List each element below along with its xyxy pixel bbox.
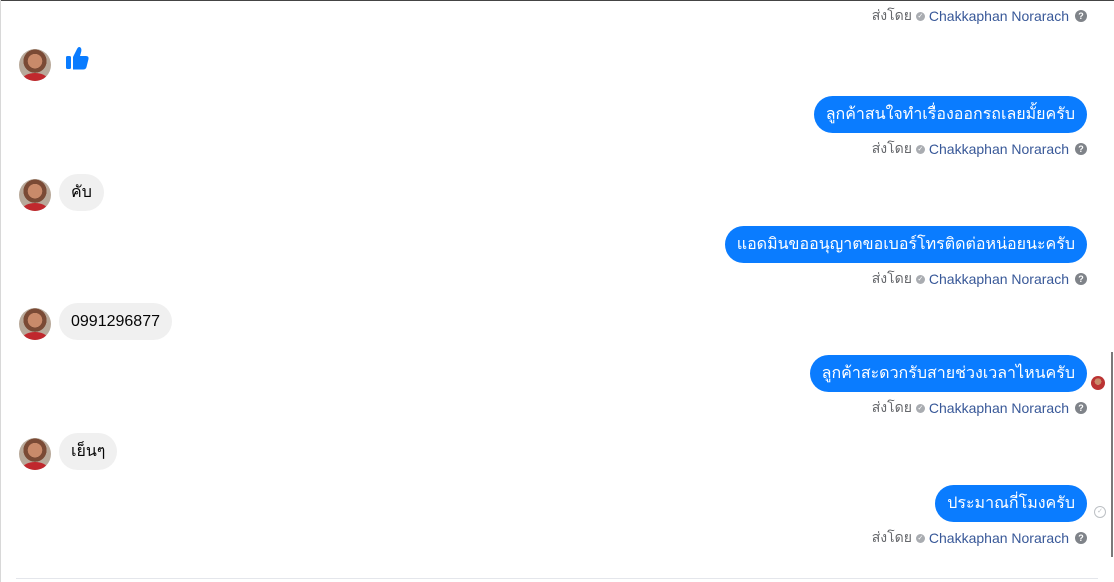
thumbs-up-icon[interactable] xyxy=(65,45,89,71)
sender-name-link[interactable]: Chakkaphan Norarach xyxy=(929,141,1069,157)
composer-top-edge xyxy=(16,578,1098,579)
sender-name-link[interactable]: Chakkaphan Norarach xyxy=(929,8,1069,24)
left-border xyxy=(0,0,1,582)
incoming-message-bubble[interactable]: เย็นๆ xyxy=(59,433,118,470)
sent-by-line: ส่งโดย ✓ Chakkaphan Norarach ? xyxy=(872,270,1087,288)
help-icon[interactable]: ? xyxy=(1075,532,1087,544)
sent-by-line: ส่งโดย ✓ Chakkaphan Norarach ? xyxy=(872,399,1087,417)
outgoing-message-bubble[interactable]: แอดมินขออนุญาตขอเบอร์โทรติดต่อหน่อยนะครั… xyxy=(724,226,1087,263)
customer-avatar[interactable] xyxy=(19,179,51,211)
incoming-message-bubble[interactable]: 0991296877 xyxy=(59,303,172,340)
sent-by-prefix: ส่งโดย xyxy=(871,270,912,286)
outgoing-message-bubble[interactable]: ประมาณกี่โมงครับ xyxy=(935,485,1087,522)
help-icon[interactable]: ? xyxy=(1075,402,1087,414)
sender-name-link[interactable]: Chakkaphan Norarach xyxy=(929,271,1069,287)
sent-by-prefix: ส่งโดย xyxy=(871,399,912,415)
sent-by-prefix: ส่งโดย xyxy=(871,7,912,23)
seen-avatar-icon xyxy=(1091,376,1105,390)
scrollbar[interactable] xyxy=(1111,352,1113,557)
sent-by-line: ส่งโดย ✓ Chakkaphan Norarach ? xyxy=(872,140,1087,158)
sender-name-link[interactable]: Chakkaphan Norarach xyxy=(929,400,1069,416)
outgoing-message-bubble[interactable]: ลูกค้าสนใจทำเรื่องออกรถเลยมั้ยครับ xyxy=(813,96,1087,133)
sender-name-link[interactable]: Chakkaphan Norarach xyxy=(929,530,1069,546)
outgoing-message-bubble[interactable]: ลูกค้าสะดวกรับสายช่วงเวลาไหนครับ xyxy=(809,355,1087,392)
customer-avatar[interactable] xyxy=(19,438,51,470)
verified-icon: ✓ xyxy=(915,403,925,413)
sent-by-prefix: ส่งโดย xyxy=(871,140,912,156)
customer-avatar[interactable] xyxy=(19,49,51,81)
verified-icon: ✓ xyxy=(915,274,925,284)
help-icon[interactable]: ? xyxy=(1075,273,1087,285)
top-border xyxy=(0,0,1114,1)
help-icon[interactable]: ? xyxy=(1075,143,1087,155)
customer-avatar[interactable] xyxy=(19,308,51,340)
sent-by-line: ส่งโดย ✓ Chakkaphan Norarach ? xyxy=(872,7,1087,25)
sent-by-line: ส่งโดย ✓ Chakkaphan Norarach ? xyxy=(872,529,1087,547)
sent-by-prefix: ส่งโดย xyxy=(871,529,912,545)
verified-icon: ✓ xyxy=(915,11,925,21)
help-icon[interactable]: ? xyxy=(1075,10,1087,22)
incoming-message-bubble[interactable]: คับ xyxy=(59,174,104,211)
verified-icon: ✓ xyxy=(915,144,925,154)
verified-icon: ✓ xyxy=(915,533,925,543)
delivered-check-icon: ✓ xyxy=(1094,506,1106,518)
